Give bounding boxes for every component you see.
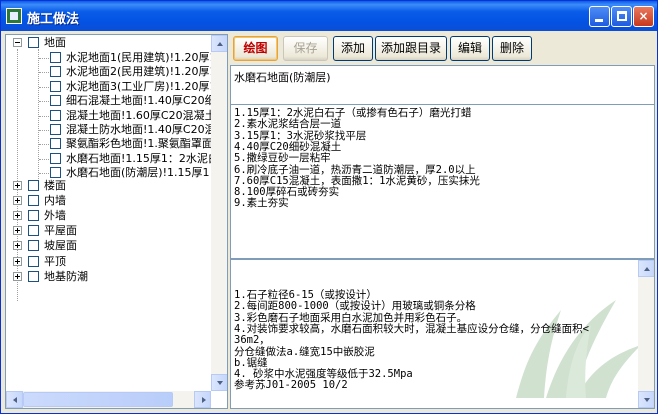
node-checkbox[interactable]: [28, 195, 39, 207]
scroll-right-icon[interactable]: [194, 391, 211, 408]
minimize-icon: [595, 19, 603, 22]
tree-content: 地面 水泥地面1(民用建筑)!1.20厚1 水泥地面2(民用建筑)!1.20厚1 水…: [6, 35, 212, 391]
tree-node-label: 水磨石地面!1.15厚1：2水泥白: [66, 151, 212, 165]
close-icon: ×: [638, 9, 649, 23]
tree-node-label: 平屋面: [44, 224, 77, 238]
construction-steps-textarea[interactable]: 1.15厚1：2水泥白石子（或掺有色石子）磨光打蜡 2.素水泥浆结合层一道 3.15…: [230, 104, 655, 259]
add-with-root-button[interactable]: 添加跟目录: [375, 36, 447, 61]
scroll-up-icon[interactable]: [211, 35, 227, 52]
expand-icon[interactable]: [13, 196, 22, 206]
tree-node-label: 混凝土地面!1.60厚C20混凝土: [66, 108, 212, 122]
tree-line: [39, 86, 49, 89]
maximize-button[interactable]: [611, 6, 632, 27]
item-name-field[interactable]: 水磨石地面(防潮层): [230, 65, 655, 107]
edit-button[interactable]: 编辑: [450, 36, 490, 61]
tree-node-label: 内墙: [44, 194, 66, 208]
notes-vertical-scrollbar[interactable]: [638, 260, 654, 408]
scroll-up-icon[interactable]: [638, 260, 654, 277]
expand-icon[interactable]: [13, 181, 22, 190]
node-checkbox[interactable]: [50, 52, 61, 63]
step-line: 3.15厚1：3水泥砂浆找平层: [234, 129, 367, 142]
step-line: 5.撒绿豆砂一层粘牢: [234, 152, 331, 165]
step-line: 2.素水泥浆结合层一道: [234, 118, 342, 131]
note-line: 参考苏J01-2005 10/2: [234, 379, 348, 392]
tree-node-label: 水磨石地面(防潮层)!1.15厚1：2: [66, 166, 212, 180]
tree-horizontal-scrollbar[interactable]: [6, 391, 211, 408]
tree-node-label: 水泥地面2(民用建筑)!1.20厚1: [66, 65, 212, 79]
collapse-icon[interactable]: [13, 38, 22, 47]
node-checkbox[interactable]: [50, 95, 61, 107]
title-bar[interactable]: 施工做法 ×: [1, 1, 657, 31]
tree-node-label: 水泥地面3(工业厂房)!1.20厚1: [66, 79, 212, 93]
tree-line: [39, 72, 49, 74]
tree-line: [39, 115, 49, 118]
node-checkbox[interactable]: [50, 167, 61, 179]
expand-icon[interactable]: [13, 211, 22, 221]
tree-node-label: 楼面: [44, 179, 66, 192]
step-line: 9.素土夯实: [234, 197, 289, 210]
note-line: 36m2，: [234, 334, 270, 347]
tree-node-label: 水泥地面1(民用建筑)!1.20厚1: [66, 51, 212, 64]
node-checkbox[interactable]: [28, 240, 39, 252]
tree-line: [39, 158, 49, 161]
tree-node-label: 外墙: [44, 209, 66, 223]
node-checkbox[interactable]: [50, 152, 61, 164]
close-button[interactable]: ×: [633, 6, 654, 27]
category-tree[interactable]: 地面 水泥地面1(民用建筑)!1.20厚1 水泥地面2(民用建筑)!1.20厚1 水…: [5, 34, 228, 409]
node-checkbox[interactable]: [50, 109, 61, 121]
tree-node-label: 地面: [44, 36, 66, 49]
expand-icon[interactable]: [13, 256, 22, 266]
tree-node-label: 地基防潮: [44, 269, 88, 283]
node-checkbox[interactable]: [50, 124, 61, 135]
minimize-button[interactable]: [589, 6, 610, 27]
expand-icon[interactable]: [13, 241, 22, 251]
delete-button[interactable]: 删除: [492, 36, 532, 61]
node-checkbox[interactable]: [28, 255, 39, 267]
note-line: 2.每间距800-1000（或按设计）用玻璃或铜条分格: [234, 300, 476, 313]
main-window: 施工做法 × 地面 水泥地面1(民用建筑)!1.20厚1 水泥地面2(民用建筑)!…: [0, 0, 658, 414]
item-name-text: 水磨石地面(防潮层): [234, 71, 331, 84]
tree-node-label: 平顶: [44, 254, 66, 268]
maximize-icon: [617, 11, 627, 21]
node-checkbox[interactable]: [50, 66, 61, 78]
window-title: 施工做法: [27, 12, 80, 27]
scroll-down-icon[interactable]: [211, 374, 227, 391]
scroll-down-icon[interactable]: [638, 391, 654, 408]
scroll-left-icon[interactable]: [6, 391, 23, 408]
tree-line: [39, 101, 49, 103]
save-button[interactable]: 保存: [283, 36, 328, 61]
note-line: 4.对装饰要求较高，水磨石面积较大时，混凝土基应设分仓缝，分仓缝面积<: [234, 322, 589, 335]
node-checkbox[interactable]: [28, 210, 39, 222]
tree-line: [39, 130, 49, 132]
node-checkbox[interactable]: [50, 138, 61, 150]
add-button[interactable]: 添加: [333, 36, 373, 61]
note-line: 分仓缝做法a.缝宽15中嵌胶泥: [234, 345, 375, 358]
notes-textarea[interactable]: 1.石子粒径6-15（或按设计） 2.每间距800-1000（或按设计）用玻璃或铜…: [230, 259, 655, 409]
node-checkbox[interactable]: [28, 270, 39, 282]
node-checkbox[interactable]: [28, 225, 39, 237]
tree-line: [39, 58, 49, 60]
draw-button[interactable]: 绘图: [233, 36, 278, 61]
tree-node-label: 混凝土防水地面!1.40厚C20混凝: [66, 123, 212, 136]
tree-node-label: 聚氨酯彩色地面!1.聚氨酯罩面: [66, 137, 212, 151]
step-line: 6.刷冷底子油一道，热沥青二道防潮层，厚2.0以上: [234, 163, 476, 176]
tree-line: [39, 144, 49, 146]
grass-watermark-icon: [516, 300, 641, 398]
note-line: 3.彩色磨石子地面采用白水泥加色并用彩色石子。: [234, 311, 468, 324]
scroll-thumb[interactable]: [23, 392, 173, 407]
expand-icon[interactable]: [13, 226, 22, 236]
node-checkbox[interactable]: [50, 80, 61, 92]
tree-node-label: 细石混凝土地面!1.40厚C20细石: [66, 94, 212, 108]
app-icon: [6, 8, 22, 24]
expand-icon[interactable]: [13, 271, 22, 281]
tree-line: [39, 173, 49, 175]
node-checkbox[interactable]: [28, 180, 39, 191]
node-checkbox[interactable]: [28, 37, 39, 48]
tree-node-label: 坡屋面: [44, 239, 77, 253]
tree-vertical-scrollbar[interactable]: [211, 35, 227, 391]
